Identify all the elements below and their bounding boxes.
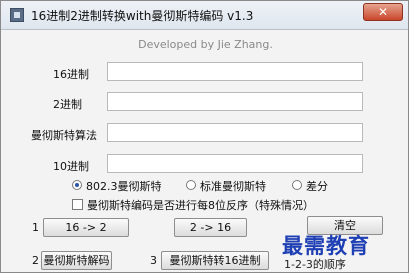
manchester-to-hex-button[interactable]: 曼彻斯特转16进制 [161, 251, 269, 270]
binary-to-hex-button[interactable]: 2 -> 16 [174, 218, 247, 237]
watermark-text: 最需教育 [282, 233, 370, 258]
app-icon [10, 8, 24, 22]
hex-label: 16进制 [53, 68, 89, 81]
decimal-input[interactable] [107, 154, 363, 173]
radio-802-3-manchester[interactable] [72, 180, 82, 190]
manchester-decode-button[interactable]: 曼彻斯特解码 [41, 251, 112, 270]
step-1-label: 1 [32, 221, 39, 234]
hex-input[interactable] [107, 62, 363, 81]
reverse-8bit-label: 曼彻斯特编码是否进行每8位反序（特殊情况） [87, 199, 314, 212]
step-2-label: 2 [32, 254, 39, 267]
close-button[interactable]: ✕ [363, 3, 403, 21]
radio-802-3-label: 802.3曼彻斯特 [86, 180, 162, 193]
radio-standard-manchester[interactable] [186, 180, 196, 190]
decimal-label: 10进制 [53, 160, 89, 173]
window-title: 16进制2进制转换with曼彻斯特编码 v1.3 [31, 9, 254, 23]
binary-label: 2进制 [53, 98, 82, 111]
radio-differential-label: 差分 [306, 180, 328, 193]
radio-differential[interactable] [292, 180, 302, 190]
title-bar: 16进制2进制转换with曼彻斯特编码 v1.3 ✕ [1, 1, 408, 30]
manchester-input[interactable] [107, 123, 363, 142]
hex-to-binary-button[interactable]: 16 -> 2 [43, 218, 129, 237]
manchester-label: 曼彻斯特算法 [31, 129, 97, 142]
step-3-label: 3 [150, 254, 157, 267]
developer-credit: Developed by Jie Zhang. [138, 38, 273, 51]
radio-standard-label: 标准曼彻斯特 [200, 180, 266, 193]
watermark-logo: 最需教育 [278, 228, 408, 268]
reverse-8bit-checkbox[interactable] [72, 199, 83, 210]
binary-input[interactable] [107, 92, 363, 111]
